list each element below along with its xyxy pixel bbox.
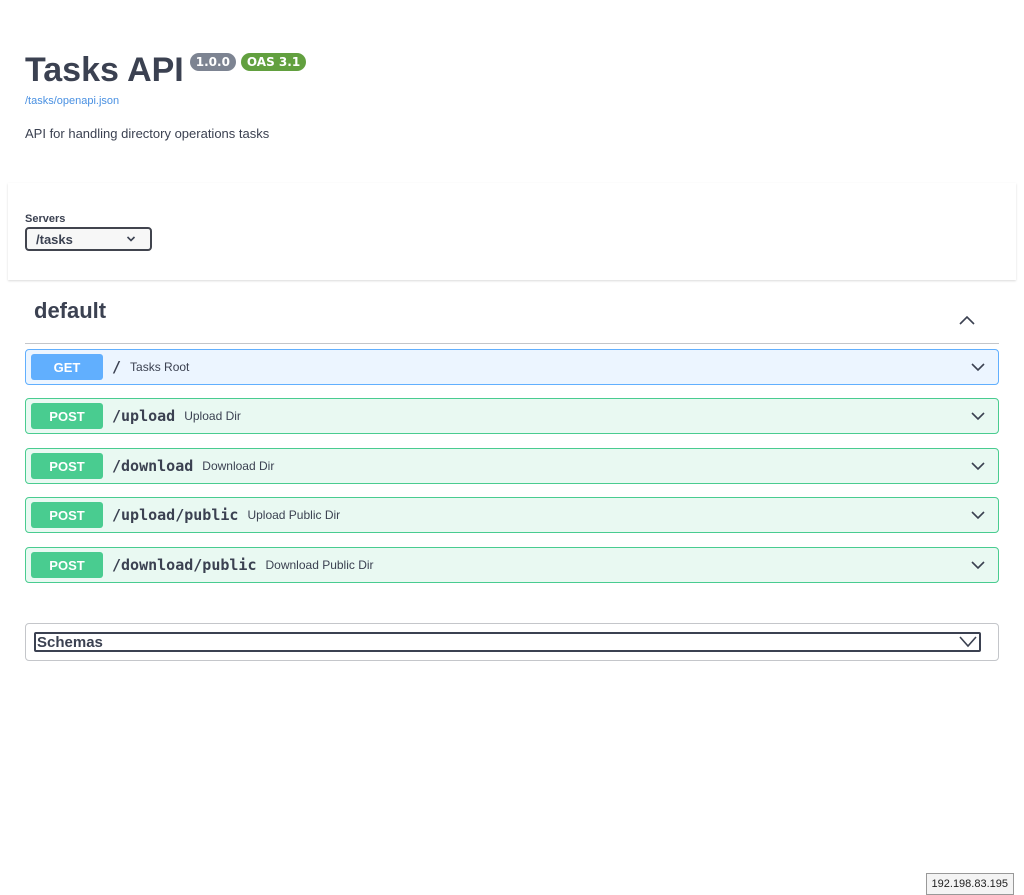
operation-path: /upload <box>112 407 176 425</box>
chevron-down-icon[interactable] <box>970 460 986 472</box>
operation-summary: Tasks Root <box>130 360 190 374</box>
operation-post-download[interactable]: POST /download Download Dir <box>25 448 999 484</box>
operation-path: / <box>112 358 122 376</box>
operation-post-upload-public[interactable]: POST /upload/public Upload Public Dir <box>25 497 999 533</box>
servers-select[interactable]: /tasks <box>25 227 152 251</box>
tag-title: default <box>34 298 107 323</box>
api-info: Tasks API 1.0.0 OAS 3.1 /tasks/openapi.j… <box>25 48 985 142</box>
schemas-toggle-button[interactable]: Schemas <box>34 632 981 652</box>
operation-path: /upload/public <box>112 506 239 524</box>
method-badge: POST <box>31 552 103 578</box>
schemas-title: Schemas <box>37 633 103 651</box>
chevron-up-icon[interactable] <box>958 313 976 327</box>
api-title: Tasks API <box>25 51 184 89</box>
operation-summary: Upload Dir <box>184 409 241 423</box>
method-badge: POST <box>31 453 103 479</box>
operation-get-root[interactable]: GET / Tasks Root <box>25 349 999 385</box>
operation-path: /download <box>112 457 194 475</box>
tag-section-default[interactable]: default <box>25 298 999 344</box>
oas-badge: OAS 3.1 <box>240 53 307 71</box>
chevron-down-icon <box>126 236 136 242</box>
chevron-down-icon[interactable] <box>970 361 986 373</box>
title-row: Tasks API 1.0.0 OAS 3.1 <box>25 48 985 92</box>
version-badge: 1.0.0 <box>189 53 236 71</box>
chevron-down-icon[interactable] <box>970 509 986 521</box>
operation-summary: Download Public Dir <box>265 558 374 572</box>
chevron-down-icon[interactable] <box>970 559 986 571</box>
chevron-down-icon[interactable] <box>970 410 986 422</box>
openapi-spec-link[interactable]: /tasks/openapi.json <box>25 94 985 108</box>
operation-post-upload[interactable]: POST /upload Upload Dir <box>25 398 999 434</box>
operation-path: /download/public <box>112 556 257 574</box>
operation-summary: Upload Public Dir <box>247 508 341 522</box>
api-description: API for handling directory operations ta… <box>25 126 270 141</box>
chevron-down-icon <box>959 636 977 648</box>
operation-summary: Download Dir <box>202 459 275 473</box>
servers-section: Servers /tasks <box>8 183 1016 280</box>
ip-address-label: 192.198.83.195 <box>925 873 1014 895</box>
schemas-section: Schemas <box>25 623 999 661</box>
servers-label: Servers <box>25 213 66 225</box>
servers-selected-value: /tasks <box>36 231 73 247</box>
method-badge: GET <box>31 354 103 380</box>
operation-post-download-public[interactable]: POST /download/public Download Public Di… <box>25 547 999 583</box>
method-badge: POST <box>31 403 103 429</box>
method-badge: POST <box>31 502 103 528</box>
